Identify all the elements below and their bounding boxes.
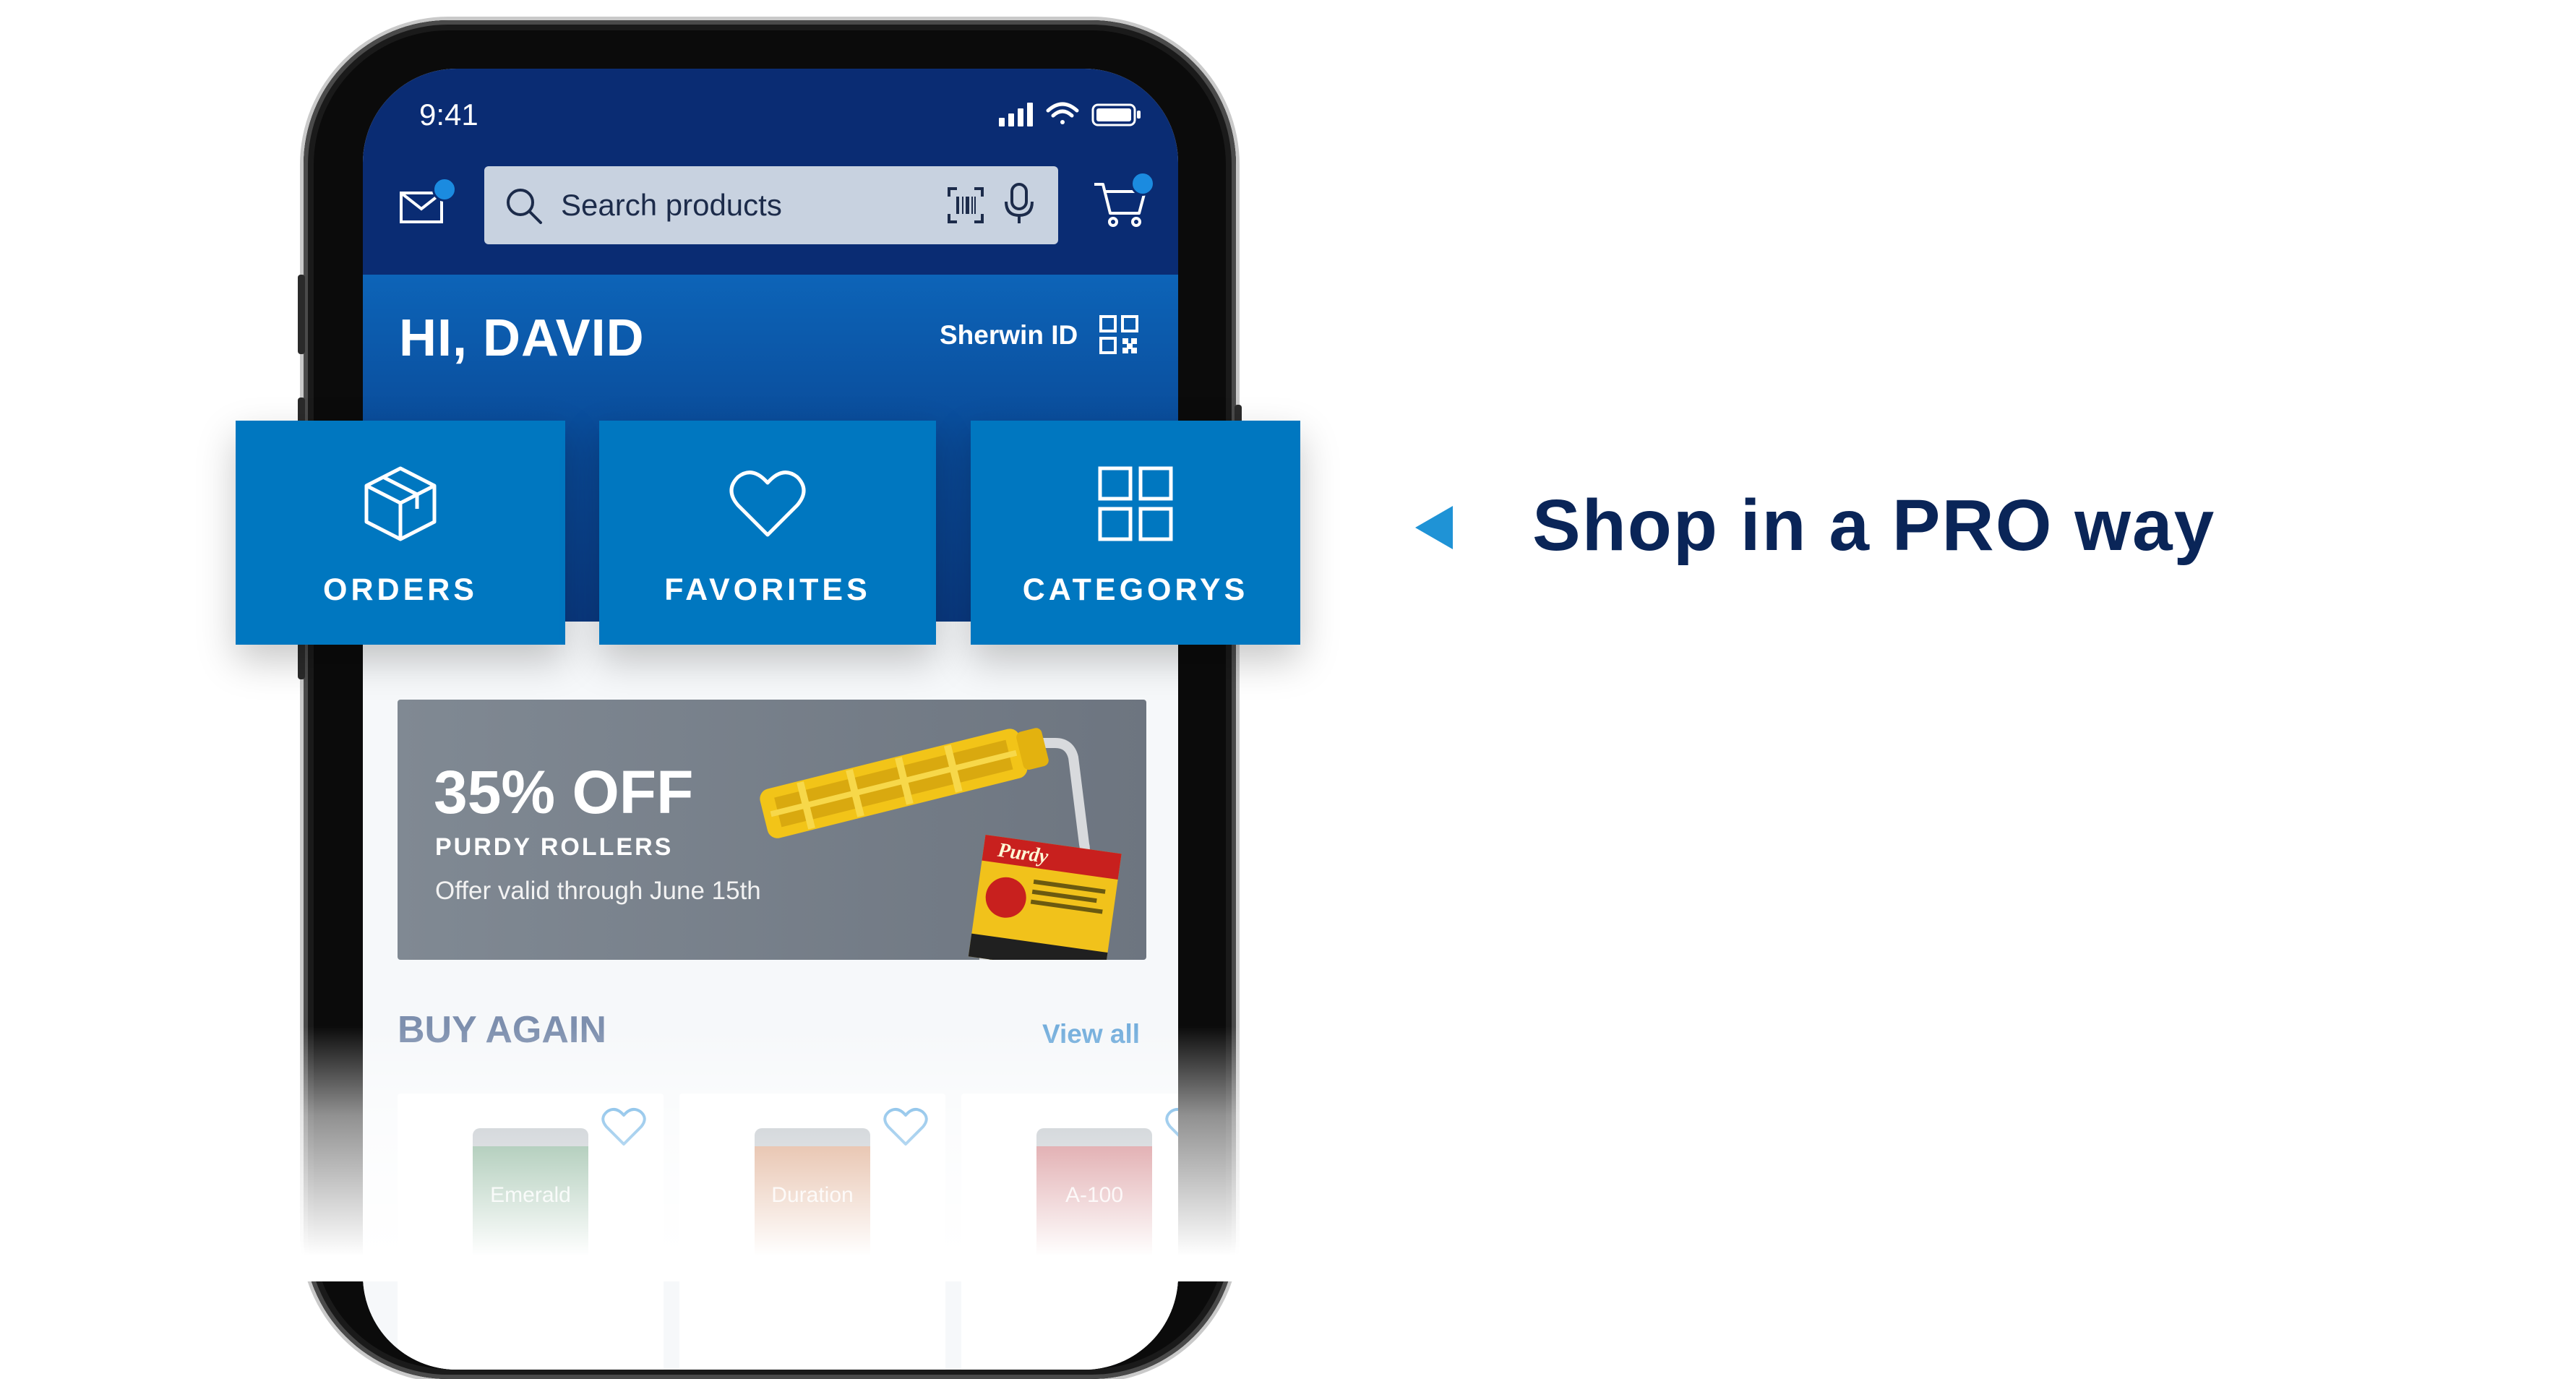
product-card[interactable]: Emerald [398,1094,664,1370]
categorys-label: CATEGORYS [1022,572,1249,607]
cart-badge-dot [1130,171,1155,196]
favorites-tile[interactable]: FAVORITES [599,421,936,645]
cart-button[interactable] [1093,171,1155,229]
promo-note: Offer valid through June 15th [435,877,761,905]
product-name: Emerald [490,1183,571,1207]
product-name: A-100 [1065,1183,1124,1207]
promo-title: 35% OFF [434,758,694,826]
callout-headline: Shop in a PRO way [1532,485,2216,566]
promo-banner[interactable]: 35% OFF PURDY ROLLERS Offer valid throug… [398,700,1146,960]
phone-side-button [298,275,305,354]
search-bar[interactable] [484,166,1058,244]
pointer-arrow-icon [1415,506,1453,549]
sherwin-id-link[interactable]: Sherwin ID [940,320,1078,351]
buy-again-title: BUY AGAIN [398,1009,606,1051]
search-icon [507,189,542,224]
product-card[interactable]: Duration [679,1094,945,1370]
battery-icon [1091,103,1141,126]
categorys-tile[interactable]: CATEGORYS [971,421,1300,645]
search-input[interactable] [561,166,922,244]
status-time: 9:41 [419,98,478,132]
favorite-heart-icon[interactable] [601,1107,646,1147]
box-icon [364,466,437,541]
mail-button[interactable] [399,177,457,228]
purdy-package: Purdy [968,834,1122,960]
heart-icon [729,471,806,537]
paint-can-image: Duration [755,1128,870,1280]
product-card[interactable]: A-100 [961,1094,1178,1370]
paint-can-image: A-100 [1036,1128,1152,1280]
favorite-heart-icon[interactable] [883,1107,928,1147]
phone-screen: 9:41 Search products HI, DAVID Sherwin I… [363,69,1178,1370]
status-icons [999,102,1141,126]
view-all-link[interactable]: View all [1042,1019,1140,1049]
product-name: Duration [771,1183,854,1207]
favorites-label: FAVORITES [664,572,871,607]
greeting-title: HI, DAVID [399,309,645,367]
orders-label: ORDERS [323,572,478,607]
microphone-icon[interactable] [1003,182,1035,225]
grid-icon [1098,466,1173,541]
barcode-scan-icon[interactable] [947,186,984,224]
wifi-icon [1046,102,1079,124]
orders-tile[interactable]: ORDERS [236,421,565,645]
favorite-heart-icon[interactable] [1165,1107,1178,1147]
paint-can-image: Emerald [473,1128,588,1280]
promo-subtitle: PURDY ROLLERS [435,833,674,861]
paint-roller-image: Purdy [760,728,1122,960]
notification-dot [432,177,457,202]
signal-icon [999,103,1033,126]
qr-code-icon[interactable] [1099,314,1139,355]
